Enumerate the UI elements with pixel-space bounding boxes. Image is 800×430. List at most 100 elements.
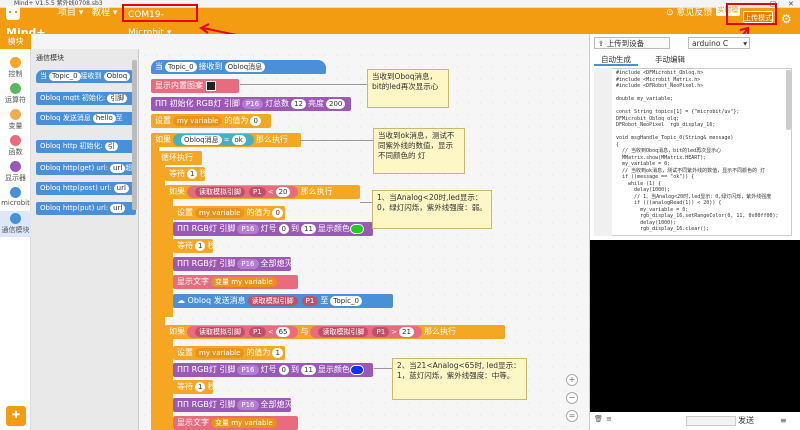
green-color-swatch[interactable]	[349, 223, 364, 234]
block-topic-hat[interactable]: 当 Topic_0 接收到 Obloq消息	[151, 60, 326, 74]
matrix-icon	[205, 80, 216, 91]
code-text: #include <DFMicrobit_Obloq.h> #include <M…	[612, 70, 788, 234]
block-show-text-1[interactable]: 显示文字 变量 my variable	[173, 275, 298, 289]
block-send-analog[interactable]: ☁ Obloq 发送消息 读取模拟引脚 P1 至 Topic_0	[173, 294, 393, 308]
tab-blocks[interactable]: 模块	[0, 34, 31, 49]
note-connector	[240, 84, 368, 85]
flyout-block-http-put[interactable]: Obloq http(put) url: url	[36, 202, 136, 215]
rgb-icon: ΠΠ	[155, 99, 168, 108]
comment-note-3[interactable]: 1、当Analog<20时,led显示：0，绿灯闪烁，紫外线强度：弱。	[372, 190, 492, 229]
serial-console[interactable]	[590, 240, 800, 412]
code-line: // 1、当Analog<20时,led显示：0,绿灯闪烁，紫外线强度	[616, 193, 772, 200]
code-gutter	[594, 68, 612, 236]
zoom-reset-icon[interactable]: =	[566, 410, 578, 422]
flyout-block-http-post[interactable]: Obloq http(post) url: url	[36, 182, 136, 195]
code-line: MMatrix.show(MMatrix.HEART);	[616, 154, 707, 161]
feedback-button[interactable]: ⊙ 意见反馈	[666, 5, 712, 21]
category-communication[interactable]: 通信模块	[0, 211, 31, 237]
trash-icon[interactable]: 🗑	[594, 415, 603, 425]
blue-color-swatch[interactable]	[349, 364, 364, 375]
functions-dot-icon	[10, 135, 21, 146]
block-wait-2[interactable]: 等待 1 秒	[173, 239, 215, 253]
gear-icon[interactable]: ⚙	[781, 12, 795, 26]
menu-tutorial[interactable]: 教程 ▾	[92, 5, 117, 21]
board-selector[interactable]: arduino C ▾	[688, 37, 750, 49]
block-set-variable-0[interactable]: 设置 my variable 的值为 0	[151, 114, 271, 128]
tab-auto-generate[interactable]: 自动生成	[594, 54, 638, 66]
flyout-scrollbar[interactable]	[132, 60, 137, 210]
comment-note-1[interactable]: 当收到Oboq消息，bit的led再次显示心	[367, 69, 449, 108]
rgb-icon: ΠΠ	[177, 259, 190, 268]
if-mid-bar	[165, 336, 173, 430]
upload-mode-button[interactable]: 上传模式	[743, 11, 773, 23]
code-line: my_variable = 0;	[616, 161, 671, 167]
block-init-rgb[interactable]: ΠΠ 初始化 RGB灯 引脚 P16 灯总数 12 亮度 200	[151, 97, 351, 111]
serial-send-input[interactable]	[686, 416, 736, 426]
comment-note-4[interactable]: 2、当21<Analog<65时, led显示：1，蓝灯闪烁，紫外线强度：中等。	[392, 358, 527, 400]
block-if-less-20[interactable]: 如果 读取模拟引脚 P1 <20 那么执行	[165, 185, 360, 199]
note-connector	[360, 202, 372, 203]
block-rgb-green[interactable]: ΠΠ RGB灯 引脚 P16 灯号 0 到 11 显示颜色	[173, 222, 373, 236]
block-show-pattern[interactable]: 显示内置图案	[151, 79, 239, 93]
block-show-text-2[interactable]: 显示文字 变量 my variable	[173, 416, 298, 430]
zoom-out-icon[interactable]: −	[566, 392, 578, 404]
flyout-block-http-get[interactable]: Obloq http(get) url: url 超	[36, 162, 136, 175]
block-if-ok[interactable]: 如果 Obloq消息 = ok 那么执行	[151, 133, 301, 147]
send-button[interactable]: 发送	[738, 415, 770, 427]
category-functions[interactable]: 函数	[0, 133, 31, 159]
rgb-icon: ΠΠ	[177, 224, 190, 233]
code-line: if ((message == "ok")) {	[616, 174, 695, 180]
block-rgb-off-2[interactable]: ΠΠ RGB灯 引脚 P16 全部熄灭	[173, 398, 293, 412]
code-line: rgb_display_16.clear();	[616, 226, 710, 232]
comment-note-2[interactable]: 当收到ok消息，测试不同紫外线的数值，显示不同颜色的 灯	[373, 128, 465, 174]
flyout-title: 通信模块	[36, 54, 64, 62]
code-line: rgb_display_16.setRangeColor(0, 11, 0x00…	[616, 213, 779, 219]
code-line: #include <DFRobot_NeoPixel.h>	[616, 83, 704, 89]
category-operators[interactable]: 运算符	[0, 81, 31, 107]
block-wait-3[interactable]: 等待 1 秒	[173, 380, 215, 394]
flyout-block-mqtt-init[interactable]: Obloq mqtt 初始化: 引脚	[36, 92, 136, 105]
block-set-variable-1[interactable]: 设置 my variable 的值为 1	[173, 346, 285, 360]
variables-dot-icon	[10, 109, 21, 120]
upload-to-device-button[interactable]: ⇪ 上传到设备	[594, 37, 670, 49]
code-line: #include <Microbit_Matrix.h>	[616, 76, 701, 83]
microbit-dot-icon	[10, 187, 21, 198]
display-dot-icon	[10, 161, 21, 172]
cloud-icon: ☁	[177, 296, 185, 305]
block-if-between[interactable]: 如果 读取模拟引脚 P1 <65 与读取模拟引脚 P1 >21 那么执行	[165, 325, 505, 339]
block-wait-1[interactable]: 等待 1 秒	[165, 167, 207, 181]
port-selector[interactable]: COM19-Microbit ▾	[122, 4, 198, 38]
rgb-icon: ΠΠ	[177, 365, 190, 374]
code-line: // 当收到Oboq消息，bit的led再次显示心	[616, 148, 722, 154]
code-line: delay(1000);	[616, 187, 671, 193]
menu-icon[interactable]: ≡	[780, 416, 792, 426]
code-line: {	[616, 141, 620, 148]
category-control[interactable]: 控制	[0, 55, 31, 81]
settings-icon[interactable]: ≡	[606, 415, 614, 425]
if-low-bar	[165, 193, 173, 317]
code-line: if (((analogRead(1)) < 20)) {	[616, 200, 722, 206]
extension-icon[interactable]: ✚	[6, 406, 26, 426]
block-rgb-off-1[interactable]: ΠΠ RGB灯 引脚 P16 全部熄灭	[173, 257, 293, 271]
close-icon[interactable]: ✕	[788, 0, 794, 8]
code-line: void msgHandle_Topic_0(String& message)	[616, 135, 734, 141]
block-set-variable-0b[interactable]: 设置 my variable 的值为 0	[173, 206, 285, 220]
note-connector	[374, 368, 392, 369]
block-rgb-blue[interactable]: ΠΠ RGB灯 引脚 P16 灯号 0 到 11 显示颜色	[173, 363, 373, 377]
menu-project[interactable]: 项目 ▾	[58, 5, 83, 21]
category-variables[interactable]: 变量	[0, 107, 31, 133]
control-dot-icon	[10, 57, 21, 68]
code-line: DFMicrobit_Obloq olq;	[616, 115, 680, 122]
block-flyout	[31, 49, 139, 430]
loop-bar	[157, 160, 165, 430]
block-loop[interactable]: 循环执行	[157, 151, 202, 165]
category-display[interactable]: 显示器	[0, 159, 31, 185]
feedback-icon: ⊙	[666, 8, 674, 18]
flyout-block-send-message[interactable]: Obloq 发送消息 hello 至	[36, 112, 136, 125]
flyout-block-http-init[interactable]: Obloq http 初始化: 引	[36, 140, 136, 153]
category-microbit[interactable]: microbit	[0, 185, 31, 211]
zoom-in-icon[interactable]: +	[566, 374, 578, 386]
flyout-block-topic-hat[interactable]: 当 Topic_0 接收到 Obloq	[36, 70, 136, 83]
tab-manual-edit[interactable]: 手动编辑	[648, 54, 692, 66]
communication-dot-icon	[10, 213, 21, 224]
